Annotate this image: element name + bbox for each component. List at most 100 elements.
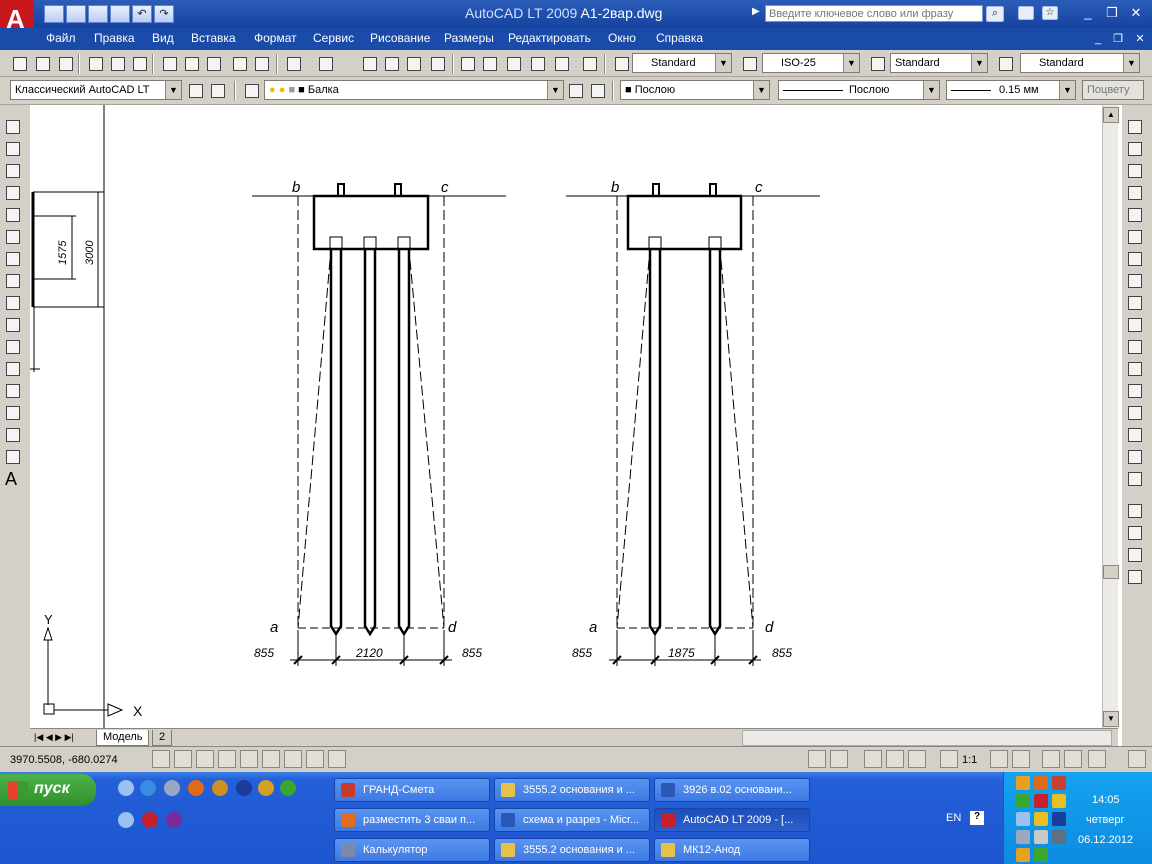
insert-block-icon[interactable] [3,337,21,355]
zoom-previous-icon[interactable] [428,54,446,72]
tray-icon-2[interactable] [1034,776,1048,790]
arc-icon[interactable] [3,227,21,245]
match-prop-icon[interactable] [230,54,248,72]
design-center-icon[interactable] [480,54,498,72]
text-style-select[interactable]: Standard ▼ [632,53,732,73]
undo-icon[interactable] [284,54,302,72]
quicklaunch-app-icon[interactable] [164,780,180,796]
color-select[interactable]: ■ Послою ▼ [620,80,770,100]
table-style-select[interactable]: Standard ▼ [890,53,988,73]
layer-manager-icon[interactable] [242,81,260,99]
zoom-realtime-icon[interactable] [382,54,400,72]
quicklaunch-opera-icon[interactable] [142,812,158,828]
quicklaunch-chrome-icon[interactable] [258,780,274,796]
task-button-word-scheme[interactable]: схема и разрез - Micr... [494,808,650,832]
qsave-button[interactable] [88,5,108,23]
draw-order-above-icon[interactable] [1125,545,1143,563]
restore-button[interactable]: ❐ [1100,3,1124,23]
quicklaunch-firefox-icon[interactable] [188,780,204,796]
hatch-icon[interactable] [3,403,21,421]
menu-modify[interactable]: Редактировать [508,31,591,45]
scroll-thumb[interactable] [1103,565,1119,579]
region-icon[interactable] [3,425,21,443]
tray-network-icon[interactable] [1016,830,1030,844]
menu-view[interactable]: Вид [152,31,174,45]
cut-icon[interactable] [160,54,178,72]
tab-model[interactable]: Модель [96,730,150,746]
clock-time[interactable]: 14:05 [1092,794,1120,806]
model-space-button[interactable] [808,750,826,768]
trim-icon[interactable] [1125,315,1143,333]
qnew-button[interactable] [44,5,64,23]
dim-style-select[interactable]: ISO-25 ▼ [762,53,860,73]
erase-icon[interactable] [1125,117,1143,135]
horizontal-scrollbar[interactable] [742,730,1112,746]
tray-icon-8[interactable] [1034,812,1048,826]
minimize-button[interactable]: _ [1076,3,1100,23]
linetype-select[interactable]: Послою ▼ [778,80,940,100]
extend-icon[interactable] [1125,337,1143,355]
menu-format[interactable]: Формат [254,31,297,45]
sheet-set-icon[interactable] [528,54,546,72]
lock-button[interactable] [1064,750,1082,768]
workspace-settings-icon[interactable] [186,81,204,99]
polyline-icon[interactable] [3,161,21,179]
quicklaunch-notes-icon[interactable] [118,812,134,828]
break-icon[interactable] [1125,381,1143,399]
layer-previous-icon[interactable] [588,81,606,99]
menu-insert[interactable]: Вставка [191,31,236,45]
chamfer-icon[interactable] [1125,425,1143,443]
quicklaunch-media-icon[interactable] [236,780,252,796]
ortho-button[interactable] [196,750,214,768]
quicklaunch-ie-icon[interactable] [140,780,156,796]
annotation-visibility-button[interactable] [990,750,1008,768]
title-menu-arrow-icon[interactable]: ▶ [752,6,760,17]
tab-nav-first[interactable]: |◀ ◀ ▶ ▶| [34,732,74,743]
publish-icon[interactable] [130,54,148,72]
steering-wheel-button[interactable] [908,750,926,768]
menu-edit[interactable]: Правка [94,31,135,45]
tray-icon-3[interactable] [1052,776,1066,790]
tab-layout-2[interactable]: 2 [152,730,173,746]
quicklaunch-green-icon[interactable] [280,780,296,796]
mleader-style-icon[interactable] [996,54,1014,72]
task-button-calculator[interactable]: Калькулятор [334,838,490,862]
text-style-icon[interactable] [612,54,630,72]
tray-icon-13[interactable] [1016,848,1030,862]
task-button-grand-smeta[interactable]: ГРАНД-Смета [334,778,490,802]
undo-button[interactable]: ↶ [132,5,152,23]
tool-palettes-icon[interactable] [504,54,522,72]
draw-order-back-icon[interactable] [1125,523,1143,541]
point-icon[interactable] [3,381,21,399]
zoom-window-icon[interactable] [404,54,422,72]
lineweight-select[interactable]: 0.15 мм ▼ [946,80,1076,100]
menu-window[interactable]: Окно [608,31,636,45]
lwt-button[interactable] [306,750,324,768]
circle-icon[interactable] [3,249,21,267]
search-icon[interactable]: ⌕ [986,6,1004,22]
annotation-scale-value[interactable]: 1:1 [962,754,977,766]
preview-icon[interactable] [108,54,126,72]
menu-help[interactable]: Справка [656,31,703,45]
menu-file[interactable]: Файл [46,31,76,45]
rectangle-icon[interactable] [3,205,21,223]
tray-icon-6[interactable] [1052,794,1066,808]
stretch-icon[interactable] [1125,293,1143,311]
tray-icon-5[interactable] [1034,794,1048,808]
new-icon[interactable] [10,54,28,72]
tray-icon-9[interactable] [1052,812,1066,826]
block-editor-icon[interactable] [252,54,270,72]
make-current-icon[interactable] [566,81,584,99]
copy-object-icon[interactable] [1125,139,1143,157]
fillet-icon[interactable] [1125,447,1143,465]
task-button-folder-3555-a[interactable]: 3555.2 основания и ... [494,778,650,802]
tray-icon-1[interactable] [1016,776,1030,790]
tray-volume-icon[interactable] [1034,830,1048,844]
quicklaunch-desktop-icon[interactable] [118,780,134,796]
ellipse-icon[interactable] [3,315,21,333]
move-icon[interactable] [1125,227,1143,245]
auto-scale-button[interactable] [1012,750,1030,768]
task-button-autocad[interactable]: AutoCAD LT 2009 - [... [654,808,810,832]
revcloud-icon[interactable] [3,271,21,289]
copy-icon[interactable] [182,54,200,72]
